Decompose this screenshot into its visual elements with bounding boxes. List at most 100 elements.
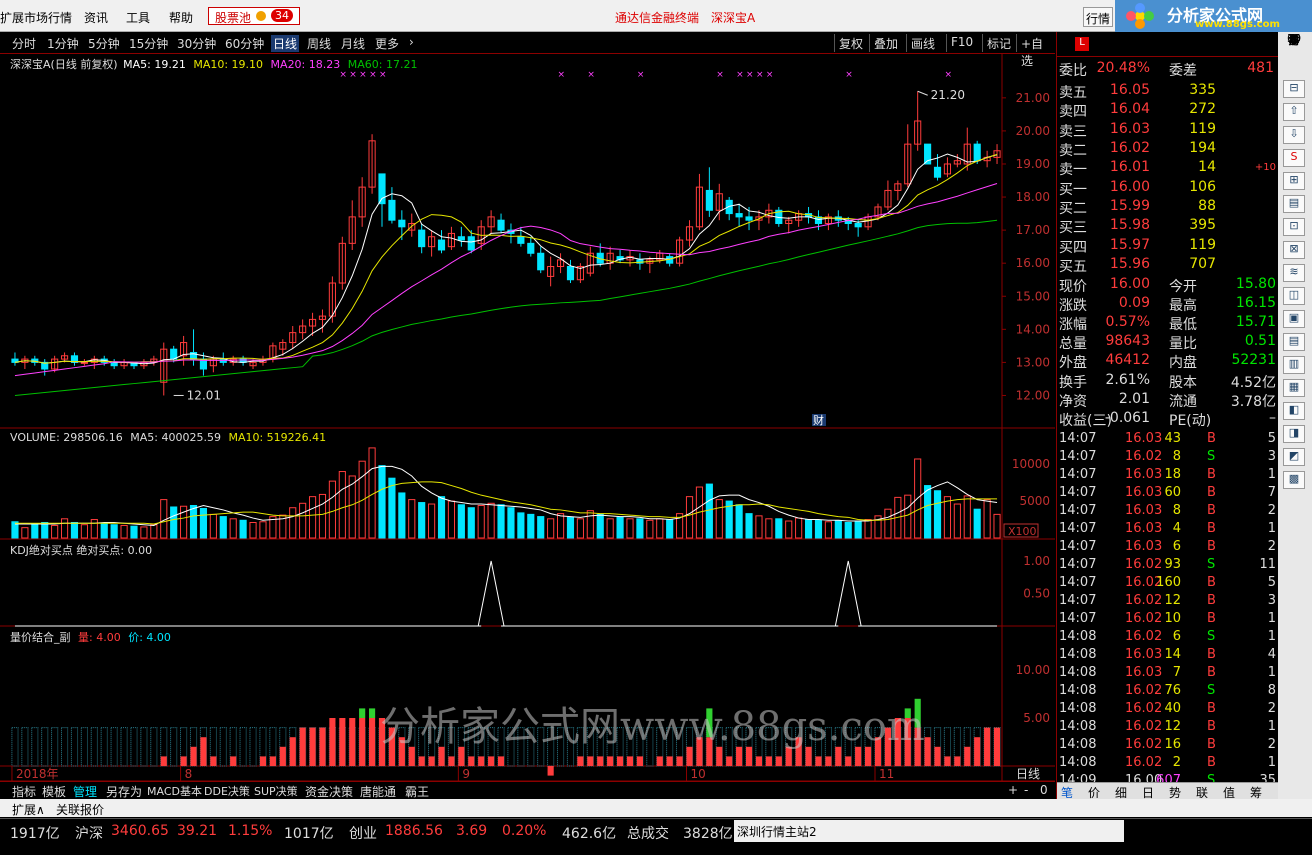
quote-button[interactable]: 行情	[1083, 7, 1113, 27]
side-tool-icon[interactable]: ◩	[1283, 448, 1305, 466]
tab-5min[interactable]: 5分钟	[88, 35, 120, 52]
vp-red-bar	[597, 756, 604, 766]
side-tool-icon[interactable]: ⇧	[1283, 103, 1305, 121]
volume-bar	[398, 492, 406, 539]
adjust-button[interactable]: 复权	[834, 34, 867, 52]
side-tool-icon[interactable]: ▣	[1283, 310, 1305, 328]
xaxis-label: 11	[879, 767, 894, 781]
vp-red-bar	[309, 727, 316, 766]
tab-60min[interactable]: 60分钟	[225, 35, 264, 52]
vp-red-bar	[369, 718, 376, 766]
side-tool-icon[interactable]: ▤	[1283, 333, 1305, 351]
app-title: 通达信金融终端	[615, 11, 700, 25]
bid-label: 买一	[1059, 182, 1087, 198]
tab-more[interactable]: 更多	[375, 35, 399, 52]
price-tick-label: 21.00	[1016, 91, 1050, 105]
stock-pool-button[interactable]: 股票池 34	[208, 7, 300, 25]
tab-30min[interactable]: 30分钟	[177, 35, 216, 52]
tick-price: 16.03	[1125, 521, 1163, 536]
stock-pool-label: 股票池	[215, 11, 252, 25]
zoom-in-button[interactable]: +	[1008, 783, 1018, 797]
side-tool-icon[interactable]: ▤	[1283, 195, 1305, 213]
candle-body	[497, 219, 505, 231]
side-tool-icon[interactable]: ⊟	[1283, 80, 1305, 98]
zoom-reset-button[interactable]: 0	[1040, 783, 1048, 797]
f10-button[interactable]: F10	[946, 34, 977, 52]
chart-canvas[interactable]: 21.00 20.00 19.00 18.00 17.00 16.00 15.00 14.00…	[0, 54, 1055, 799]
tab-template[interactable]: 模板	[40, 783, 68, 800]
volume-bar	[100, 522, 108, 539]
extend-toggle[interactable]: 扩展∧	[12, 801, 45, 818]
menu-item-news[interactable]: 资讯	[84, 9, 108, 26]
overlay-button[interactable]: 叠加	[869, 34, 902, 52]
tab-sup[interactable]: SUP决策	[252, 783, 300, 799]
add-watchlist-button[interactable]: +自选	[1016, 34, 1055, 68]
tick-price: 16.02	[1125, 683, 1163, 698]
tick-direction: S	[1207, 557, 1216, 572]
tab-weekly[interactable]: 周线	[307, 35, 331, 52]
side-tool-icon[interactable]: ⊡	[1283, 218, 1305, 236]
tick-direction: B	[1207, 611, 1216, 626]
chart-icon[interactable]: ▦	[1270, 823, 1281, 837]
side-period-button[interactable]: 年	[1283, 32, 1305, 50]
tab-daily[interactable]: 日线	[271, 35, 300, 52]
tab-indicator[interactable]: 指标	[10, 783, 38, 800]
side-tool-icon[interactable]: S	[1283, 149, 1305, 167]
tick-volume: 60	[1164, 485, 1181, 500]
side-tool-icon[interactable]: ⊠	[1283, 241, 1305, 259]
menu-item-tools[interactable]: 工具	[126, 9, 150, 26]
tab-dde[interactable]: DDE决策	[202, 783, 252, 799]
vp-red-bar	[428, 756, 435, 766]
side-tool-icon[interactable]: ▩	[1283, 471, 1305, 489]
zoom-out-button[interactable]: -	[1024, 783, 1028, 797]
tab-save-as[interactable]: 另存为	[104, 783, 144, 800]
volume-bar	[477, 505, 485, 539]
volume-bar	[844, 521, 852, 539]
ask-row: 卖三 16.03 119	[1057, 121, 1278, 140]
kdj-tick-label: 1.00	[1023, 554, 1050, 568]
volume-bar	[308, 496, 317, 539]
volume-bar	[834, 520, 842, 539]
tick-time: 14:07	[1059, 557, 1097, 572]
related-quotes-link[interactable]: 关联报价	[56, 801, 104, 818]
tick-count: 1	[1267, 665, 1276, 680]
side-tool-icon[interactable]: ≋	[1283, 264, 1305, 282]
vp-red-bar	[676, 756, 683, 766]
tab-capital[interactable]: 资金决策	[303, 783, 355, 800]
settings-icon[interactable]: ⚙	[1183, 823, 1194, 837]
tab-intraday[interactable]: 分时	[12, 35, 36, 52]
side-tool-icon[interactable]: ▥	[1283, 356, 1305, 374]
side-tool-icon[interactable]: ⊞	[1283, 172, 1305, 190]
stat-row: 外盘 46412 内盘 52231	[1057, 352, 1278, 371]
side-tool-icon[interactable]: ▦	[1283, 379, 1305, 397]
tick-row: 14:08 16.02 6 S 1	[1057, 629, 1278, 647]
tab-bawang[interactable]: 霸王	[403, 783, 431, 800]
side-tool-icon[interactable]: ◨	[1283, 425, 1305, 443]
tab-15min[interactable]: 15分钟	[129, 35, 168, 52]
tab-manage[interactable]: 管理	[71, 783, 99, 800]
candle-body	[735, 213, 743, 218]
status-bar: 1917亿 沪深 3460.65 39.21 1.15% 1017亿 创业 18…	[0, 818, 1312, 842]
tab-macd[interactable]: MACD基本	[145, 783, 204, 799]
fundamental-row: 收益(三) -0.061 PE(动) –	[1057, 410, 1278, 429]
tab-monthly[interactable]: 月线	[341, 35, 365, 52]
mark-button[interactable]: 标记	[982, 34, 1015, 52]
side-tool-icon[interactable]: ◧	[1283, 402, 1305, 420]
tab-1min[interactable]: 1分钟	[47, 35, 79, 52]
tab-tangnengtong[interactable]: 唐能通	[358, 783, 398, 800]
draw-line-button[interactable]: 画线	[906, 34, 939, 52]
menu-item-market[interactable]: 扩展市场行情	[0, 9, 72, 26]
tick-price: 16.03	[1125, 539, 1163, 554]
ask-label: 卖三	[1059, 123, 1087, 140]
chart-area[interactable]: 21.00 20.00 19.00 18.00 17.00 16.00 15.00 14.00…	[0, 54, 1055, 799]
tick-price: 16.03	[1125, 467, 1163, 482]
price-tick-label: 14.00	[1016, 322, 1050, 336]
tick-price: 16.03	[1125, 665, 1163, 680]
chevron-right-icon[interactable]: ›	[409, 35, 414, 49]
side-tool-icon[interactable]: ◫	[1283, 287, 1305, 305]
tick-direction: B	[1207, 665, 1216, 680]
menu-item-help[interactable]: 帮助	[169, 9, 193, 26]
tick-row: 14:07 16.03 60 B 7	[1057, 485, 1278, 503]
side-tool-icon[interactable]: ⇩	[1283, 126, 1305, 144]
refresh-icon[interactable]: ⟲	[1155, 823, 1165, 837]
